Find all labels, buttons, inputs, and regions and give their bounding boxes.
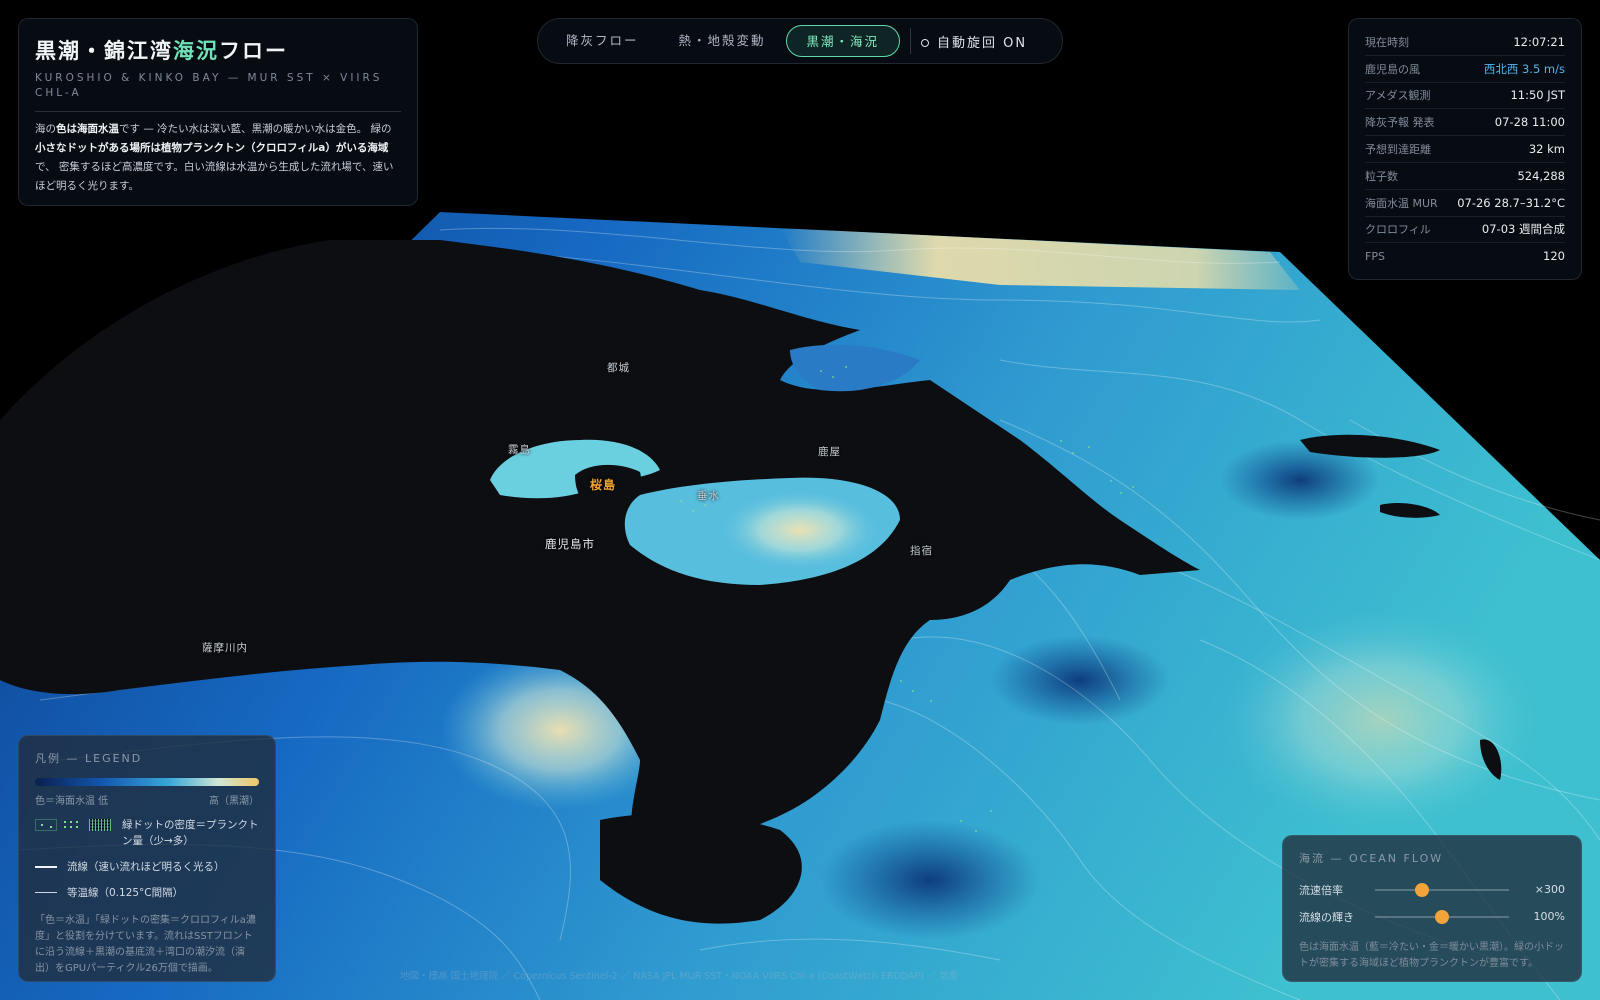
map-label-tarumizu: 垂水 xyxy=(697,490,720,502)
sst-gradient-bar xyxy=(35,778,259,786)
kinko-bay-warm xyxy=(720,490,880,570)
title-divider xyxy=(35,111,401,112)
stat-row-sst: 海面水温 MUR 07-26 28.7–31.2°C xyxy=(1365,190,1565,217)
speed-slider[interactable] xyxy=(1375,882,1509,897)
dot-density-high-icon xyxy=(89,819,111,831)
speed-control: 流速倍率 ×300 xyxy=(1299,882,1565,897)
stat-row-fps: FPS 120 xyxy=(1365,249,1565,264)
stat-row-ash-forecast: 降灰予報 発表 07-28 11:00 xyxy=(1365,109,1565,137)
tab-heat-crust[interactable]: 熱・地殻変動 xyxy=(659,25,786,57)
legend-dots-row: 緑ドットの密度＝プランクトン量（少→多） xyxy=(35,817,259,849)
map-label-kirishima: 霧島 xyxy=(508,444,531,456)
streamline-swatch-icon xyxy=(35,866,57,868)
page-description: 海の色は海面水温です — 冷たい水は深い藍、黒潮の暖かい水は金色。 緑の小さなド… xyxy=(35,123,394,192)
stat-row-wind: 鹿児島の風 西北西 3.5 m/s xyxy=(1365,56,1565,83)
glow-slider-knob[interactable] xyxy=(1435,909,1449,924)
legend-isotherm-row: 等温線（0.125°C間隔） xyxy=(35,885,259,901)
attribution-credit: 地図・標高 国土地理院 ／ Copernicus Sentinel-2 ／ NA… xyxy=(400,971,959,982)
map-label-miyakonojo: 都城 xyxy=(607,362,630,374)
gradient-labels: 色＝海面水温 低高（黒潮） xyxy=(35,796,259,807)
flow-note: 色は海面水温（藍＝冷たい・金＝暖かい黒潮）。緑の小ドットが密集する海域ほど植物プ… xyxy=(1299,942,1564,969)
flow-title: 海流 — OCEAN FLOW xyxy=(1299,852,1444,865)
rotate-circle-icon xyxy=(921,39,930,47)
tab-ash-flow[interactable]: 降灰フロー xyxy=(546,25,659,57)
auto-rotate-toggle[interactable]: 自動旋回 ON xyxy=(921,32,1027,51)
page-title: 黒潮・錦江湾海況フロー xyxy=(35,39,288,63)
map-label-kanoya: 鹿屋 xyxy=(818,446,841,458)
stat-row-reach-distance: 予想到達距離 32 km xyxy=(1365,136,1565,163)
stat-row-time: 現在時刻 12:07:21 xyxy=(1365,29,1565,56)
stat-row-particles: 粒子数 524,288 xyxy=(1365,163,1565,190)
legend-panel: 凡例 — LEGEND 色＝海面水温 低高（黒潮） 緑ドットの密度＝プランクトン… xyxy=(18,735,276,982)
cold-eddy-1 xyxy=(990,635,1170,725)
dot-density-mid-icon xyxy=(62,819,84,831)
page-subtitle: KUROSHIO & KINKO BAY — MUR SST × VIIRS C… xyxy=(35,72,383,99)
status-panel: 現在時刻 12:07:21 鹿児島の風 西北西 3.5 m/s アメダス観測 11:5… xyxy=(1348,18,1582,280)
nav-separator xyxy=(910,28,912,54)
map-label-sakurajima[interactable]: 桜島 xyxy=(590,476,616,493)
stat-row-chlorophyll: クロロフィル 07-03 週間合成 xyxy=(1365,217,1565,244)
isotherm-swatch-icon xyxy=(35,892,57,893)
glow-control: 流線の輝き 100% xyxy=(1299,909,1565,924)
cold-eddy-2 xyxy=(820,820,1040,940)
legend-note: 「色＝水温」「緑ドットの密集＝クロロフィルa濃度」と役割を分けています。流れはS… xyxy=(35,915,256,974)
map-label-satsumasendai: 薩摩川内 xyxy=(202,642,248,654)
tab-kuroshio-ocean[interactable]: 黒潮・海況 xyxy=(785,25,901,57)
ocean-flow-panel: 海流 — OCEAN FLOW 流速倍率 ×300 流線の輝き 100% 色は海… xyxy=(1282,835,1582,982)
title-panel: 黒潮・錦江湾海況フロー KUROSHIO & KINKO BAY — MUR S… xyxy=(18,18,418,206)
dot-density-low-icon xyxy=(35,819,57,831)
mode-nav: 降灰フロー 熱・地殻変動 黒潮・海況 自動旋回 ON xyxy=(537,18,1063,64)
warm-eddy-east xyxy=(1220,610,1540,830)
map-label-kagoshima: 鹿児島市 xyxy=(545,537,595,551)
map-label-ibusuki: 指宿 xyxy=(910,545,933,557)
legend-streamline-row: 流線（速い流れほど明るく光る） xyxy=(35,859,259,875)
speed-slider-knob[interactable] xyxy=(1414,882,1429,897)
glow-slider[interactable] xyxy=(1375,909,1509,924)
stat-row-amedas: アメダス観測 11:50 JST xyxy=(1365,83,1565,110)
legend-title: 凡例 — LEGEND xyxy=(35,752,143,765)
